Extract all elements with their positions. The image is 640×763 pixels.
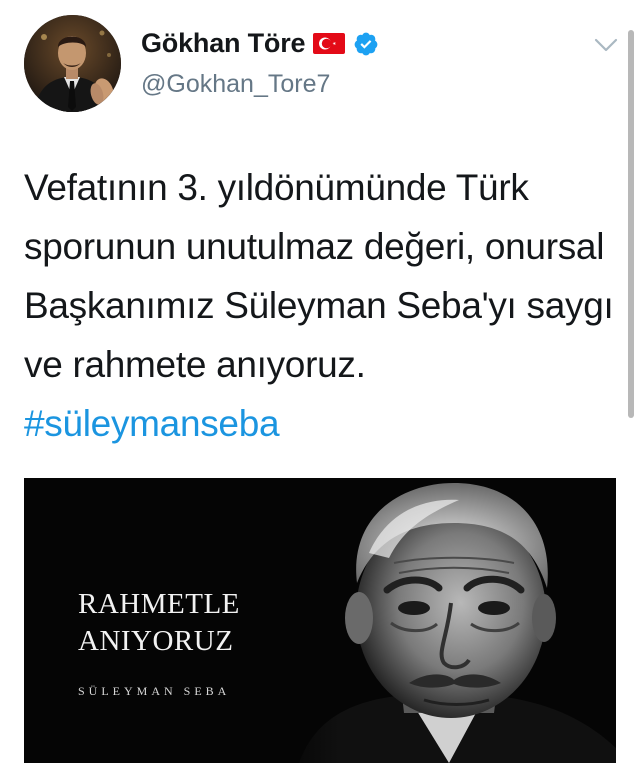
media-subtitle: SÜLEYMAN SEBA: [78, 684, 231, 698]
chevron-down-icon[interactable]: [591, 30, 621, 60]
hashtag-link[interactable]: #süleymanseba: [24, 403, 280, 444]
tweet-text: Vefatının 3. yıldönümünde Türk sporunun …: [24, 158, 614, 453]
turkey-flag-icon: [313, 33, 346, 54]
scrollbar[interactable]: [628, 30, 634, 418]
author-display-name[interactable]: Gökhan Töre: [141, 28, 306, 59]
media-headline-line1: RAHMETLE: [78, 588, 240, 620]
media-headline-line2: ANIYORUZ: [78, 625, 234, 657]
author-avatar[interactable]: [24, 15, 121, 112]
avatar-photo: [24, 15, 121, 112]
author-name-row[interactable]: Gökhan Töre: [141, 28, 379, 59]
author-handle[interactable]: @Gokhan_Tore7: [141, 70, 330, 99]
media-headline: RAHMETLE ANIYORUZ: [78, 586, 240, 660]
portrait-photo: [279, 478, 616, 763]
tweet-body: Vefatının 3. yıldönümünde Türk sporunun …: [24, 167, 614, 385]
tweet-media-image[interactable]: RAHMETLE ANIYORUZ SÜLEYMAN SEBA: [24, 478, 616, 763]
verified-badge-icon: [354, 32, 378, 55]
